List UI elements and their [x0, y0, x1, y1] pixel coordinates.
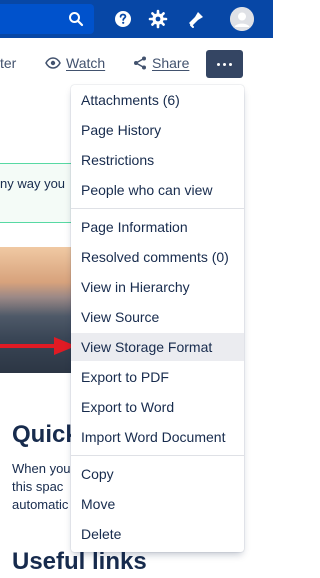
- edit-action-label: ter: [0, 55, 17, 71]
- menu-item-people-who-can-view[interactable]: People who can view: [71, 176, 244, 204]
- share-icon: [134, 56, 146, 70]
- watch-label: Watch: [66, 55, 106, 71]
- menu-item-delete[interactable]: Delete: [71, 520, 244, 548]
- info-callout-panel: [0, 163, 78, 223]
- callout-text: ny way you: [0, 176, 66, 191]
- search-box[interactable]: [0, 4, 94, 34]
- help-icon[interactable]: [113, 9, 133, 29]
- notifications-megaphone-icon[interactable]: [186, 9, 206, 29]
- quick-heading: Quick: [12, 421, 79, 448]
- user-avatar[interactable]: [230, 7, 254, 31]
- body-text-line: this spac: [12, 479, 64, 494]
- menu-item-copy[interactable]: Copy: [71, 460, 244, 488]
- menu-item-restrictions[interactable]: Restrictions: [71, 146, 244, 174]
- eye-icon: [45, 57, 61, 69]
- menu-item-view-storage-format[interactable]: View Storage Format: [71, 333, 244, 361]
- menu-item-view-source[interactable]: View Source: [71, 303, 244, 331]
- watch-button[interactable]: Watch: [45, 55, 105, 71]
- menu-item-move[interactable]: Move: [71, 490, 244, 518]
- more-dot-icon: [223, 62, 226, 66]
- menu-divider: [71, 208, 244, 209]
- useful-links-heading: Useful links: [12, 548, 147, 575]
- edit-action-partial[interactable]: ter: [0, 55, 16, 71]
- user-icon: [230, 7, 254, 31]
- menu-item-resolved-comments[interactable]: Resolved comments (0): [71, 243, 244, 271]
- search-icon: [69, 12, 84, 27]
- share-button[interactable]: Share: [133, 55, 189, 71]
- more-actions-button[interactable]: [206, 50, 243, 78]
- more-dot-icon: [229, 62, 232, 66]
- menu-item-export-to-pdf[interactable]: Export to PDF: [71, 363, 244, 391]
- body-text-line: When you: [12, 461, 71, 476]
- menu-item-view-in-hierarchy[interactable]: View in Hierarchy: [71, 273, 244, 301]
- body-text-line: automatic: [12, 497, 69, 512]
- menu-divider: [71, 455, 244, 456]
- more-dot-icon: [217, 62, 220, 66]
- annotation-arrow-icon: [0, 337, 76, 355]
- menu-item-page-information[interactable]: Page Information: [71, 213, 244, 241]
- more-actions-menu: Attachments (6) Page History Restriction…: [71, 85, 244, 552]
- menu-item-attachments[interactable]: Attachments (6): [71, 86, 244, 114]
- menu-item-import-word-document[interactable]: Import Word Document: [71, 423, 244, 451]
- top-navigation-bar: [0, 0, 273, 38]
- menu-item-export-to-word[interactable]: Export to Word: [71, 393, 244, 421]
- settings-gear-icon[interactable]: [148, 9, 168, 29]
- menu-item-page-history[interactable]: Page History: [71, 116, 244, 144]
- share-label: Share: [152, 55, 190, 71]
